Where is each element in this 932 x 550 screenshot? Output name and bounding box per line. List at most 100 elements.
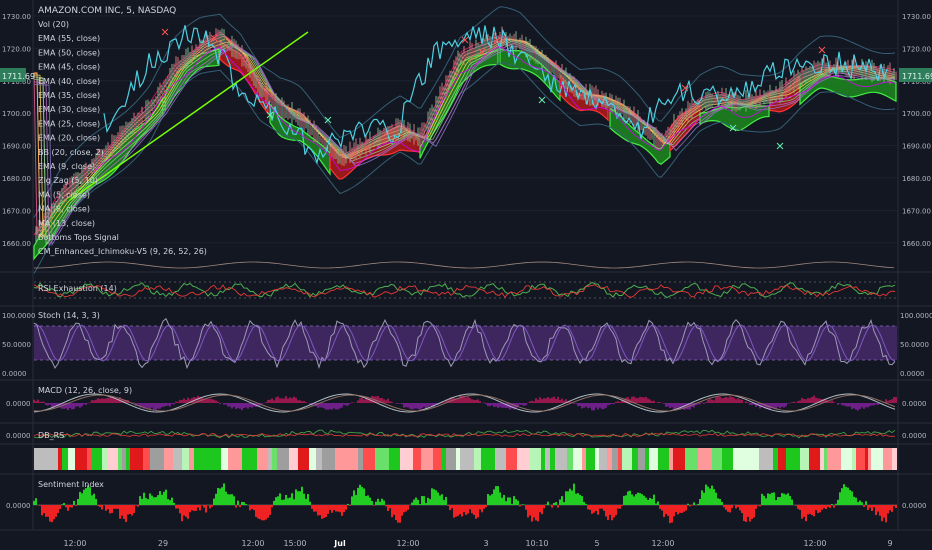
heat-strip-cell xyxy=(883,448,892,470)
heat-strip-cell xyxy=(34,448,45,470)
indicator-legend-item[interactable]: CM_Enhanced_Ichimoku-V5 (9, 26, 52, 26) xyxy=(38,247,207,256)
heat-strip-cell xyxy=(268,448,272,470)
rsi-label[interactable]: RSI Exhaustion (14) xyxy=(38,284,117,293)
heat-strip-cell xyxy=(506,448,517,470)
symbol-title[interactable]: AMAZON.COM INC, 5, NASDAQ xyxy=(38,6,176,16)
price-tick-label: 1730.00 xyxy=(902,13,931,21)
indicator-legend-item[interactable]: EMA (9, close) xyxy=(38,162,95,171)
indicator-legend-item[interactable]: Zig Zag (5, 10) xyxy=(38,176,98,185)
price-tick-label: 1670.00 xyxy=(2,207,31,215)
heat-strip-cell xyxy=(658,448,669,470)
price-tick-label: 1730.00 xyxy=(2,13,31,21)
heat-strip-cell xyxy=(495,448,506,470)
heat-strip-cell xyxy=(545,448,550,470)
macd-label[interactable]: MACD (12, 26, close, 9) xyxy=(38,386,132,395)
heat-strip-cell xyxy=(460,448,474,470)
heat-strip-cell xyxy=(856,448,865,470)
price-tick-label: 1700.00 xyxy=(2,110,31,118)
indicator-legend-item[interactable]: EMA (20, close) xyxy=(38,134,100,143)
heat-strip-cell xyxy=(289,448,298,470)
heat-strip-cell xyxy=(733,448,746,470)
macd-axis-right: 0.0000 xyxy=(902,400,927,408)
stoch-axis-50-left: 50.0000 xyxy=(2,341,31,349)
trading-chart[interactable]: 1730.001720.001710.001700.001690.001680.… xyxy=(0,0,932,550)
heat-strip-cell xyxy=(679,448,685,470)
indicator-legend-item[interactable]: BB (20, close, 2) xyxy=(38,148,104,157)
sentiment-axis-left: 0.0000 xyxy=(6,502,31,510)
heat-strip-cell xyxy=(622,448,632,470)
indicator-legend-item[interactable]: MA (8, close) xyxy=(38,205,90,214)
heat-strip-cell xyxy=(208,448,221,470)
trend-heat-strip[interactable] xyxy=(34,448,897,470)
last-price-label-right: 1711.69 xyxy=(902,72,932,81)
time-tick-label: Jul xyxy=(333,539,346,548)
heat-strip-cell xyxy=(649,448,658,470)
heat-strip-cell xyxy=(517,448,530,470)
price-tick-label: 1690.00 xyxy=(902,143,931,151)
heat-strip-cell xyxy=(242,448,252,470)
sentiment-label[interactable]: Sentiment Index xyxy=(38,480,104,489)
sentiment-axis-right: 0.0000 xyxy=(902,502,927,510)
heat-strip-cell xyxy=(698,448,712,470)
heat-strip-cell xyxy=(871,448,883,470)
time-tick-label: 29 xyxy=(158,539,168,548)
heat-strip-cell xyxy=(868,448,871,470)
stoch-axis-100-left: 100.0000 xyxy=(2,312,35,320)
indicator-legend-item[interactable]: Vol (20) xyxy=(38,20,69,29)
stoch-axis-50-right: 50.0000 xyxy=(900,341,929,349)
macd-axis-left: 0.0000 xyxy=(6,400,31,408)
indicator-legend-item[interactable]: EMA (45, close) xyxy=(38,63,100,72)
heat-strip-cell xyxy=(541,448,545,470)
heat-strip-cell xyxy=(400,448,413,470)
heat-strip-cell xyxy=(316,448,322,470)
heat-strip-cell xyxy=(607,448,612,470)
heat-strip-cell xyxy=(182,448,189,470)
indicator-legend-item[interactable]: MA (13, close) xyxy=(38,219,95,228)
heat-strip-cell xyxy=(555,448,567,470)
heat-strip-cell xyxy=(309,448,316,470)
time-tick-label: 9 xyxy=(887,539,892,548)
heat-strip-cell xyxy=(669,448,673,470)
heat-strip-cell xyxy=(335,448,347,470)
indicator-legend-item[interactable]: MA (5, close) xyxy=(38,190,90,199)
price-tick-label: 1720.00 xyxy=(2,45,31,53)
heat-strip-cell xyxy=(759,448,773,470)
indicator-legend-item[interactable]: EMA (35, close) xyxy=(38,91,100,100)
heat-strip-cell xyxy=(358,448,363,470)
heat-strip-cell xyxy=(582,448,586,470)
heat-strip-cell xyxy=(371,448,375,470)
heat-strip-cell xyxy=(228,448,242,470)
price-tick-label: 1670.00 xyxy=(902,207,931,215)
heat-strip-cell xyxy=(841,448,852,470)
heat-strip-cell xyxy=(347,448,358,470)
time-tick-label: 12:00 xyxy=(651,539,674,548)
heat-strip-cell xyxy=(433,448,439,470)
stoch-label[interactable]: Stoch (14, 3, 3) xyxy=(38,311,100,320)
heat-strip-cell xyxy=(773,448,778,470)
stoch-axis-0-left: 0.0000 xyxy=(2,370,27,378)
dbrs-label[interactable]: DB_RS xyxy=(38,431,64,440)
heat-strip-cell xyxy=(595,448,599,470)
heat-strip-cell xyxy=(446,448,456,470)
heat-strip-cell xyxy=(150,448,164,470)
indicator-legend-item[interactable]: Bottoms Tops Signal xyxy=(38,233,119,242)
indicator-legend-item[interactable]: EMA (55, close) xyxy=(38,34,100,43)
heat-strip-cell xyxy=(143,448,150,470)
indicator-legend-item[interactable]: EMA (30, close) xyxy=(38,105,100,114)
heat-strip-cell xyxy=(375,448,389,470)
indicator-legend-item[interactable]: EMA (50, close) xyxy=(38,48,100,57)
heat-strip-cell xyxy=(102,448,108,470)
price-tick-label: 1700.00 xyxy=(902,110,931,118)
price-tick-label: 1680.00 xyxy=(2,175,31,183)
indicator-legend-item[interactable]: EMA (25, close) xyxy=(38,119,100,128)
heat-strip-cell xyxy=(87,448,91,470)
heat-strip-cell xyxy=(892,448,897,470)
heat-strip-cell xyxy=(567,448,573,470)
heat-strip-cell xyxy=(612,448,618,470)
indicator-legend-item[interactable]: EMA (40, close) xyxy=(38,77,100,86)
last-price-tag-right: 1711.69 xyxy=(899,68,932,82)
heat-strip-cell xyxy=(221,448,228,470)
heat-strip-cell xyxy=(122,448,126,470)
heat-strip-cell xyxy=(722,448,733,470)
heat-strip-cell xyxy=(252,448,257,470)
